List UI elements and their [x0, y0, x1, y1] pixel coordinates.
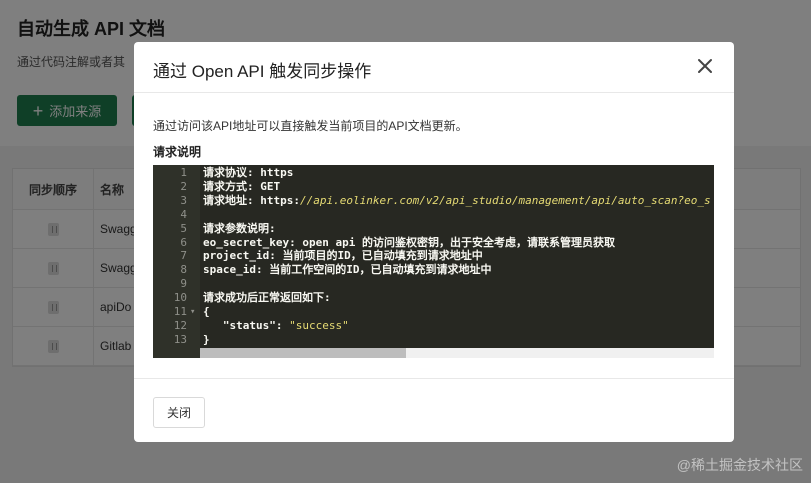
line-number: 10 [173, 291, 187, 305]
code-text: } [203, 332, 210, 346]
dialog-footer: 关闭 [134, 378, 734, 442]
line-number: 11 [173, 305, 187, 318]
line-number: 2 [180, 179, 187, 193]
dialog-header: 通过 Open API 触发同步操作 [134, 42, 734, 93]
watermark: @稀土掘金技术社区 [676, 457, 803, 473]
line-number: 7 [180, 249, 187, 263]
code-text: 请求参数说明: [203, 221, 276, 235]
dialog-title: 通过 Open API 触发同步操作 [153, 62, 372, 81]
open-api-sync-dialog: 通过 Open API 触发同步操作 通过访问该API地址可以直接触发当前项目的… [134, 42, 734, 442]
dialog-intro: 通过访问该API地址可以直接触发当前项目的API文档更新。 [153, 119, 468, 133]
code-text: project_id: 当前项目的ID，已自动填充到请求地址中 [203, 249, 483, 263]
code-text: 请求成功后正常返回如下: [203, 291, 331, 305]
line-number: 1 [180, 166, 187, 179]
code-text: eo_secret_key: open api 的访问鉴权密钥，出于安全考虑，请… [203, 235, 615, 249]
close-icon[interactable] [696, 57, 714, 75]
fold-arrow-icon[interactable]: ▾ [190, 305, 195, 319]
scrollbar-thumb[interactable] [200, 348, 406, 358]
line-number: 6 [180, 235, 187, 249]
line-number: 13 [173, 332, 187, 346]
code-text: "status": "success" [203, 318, 349, 332]
close-button[interactable]: 关闭 [153, 397, 205, 428]
code-text: 请求方式: GET [203, 179, 281, 193]
line-number: 4 [180, 207, 187, 221]
line-number: 3 [180, 193, 187, 207]
code-text: 请求地址: https://api.eolinker.com/v2/api_st… [203, 193, 711, 207]
line-number: 12 [173, 318, 187, 332]
code-text: 请求协议: https [203, 166, 294, 179]
code-editor[interactable]: 1 请求协议: https 2 请求方式: GET 3 请求地址: https://api… [153, 165, 714, 358]
code-text: { [203, 305, 210, 318]
line-number: 8 [180, 263, 187, 277]
line-number: 5 [180, 221, 187, 235]
code-text: space_id: 当前工作空间的ID，已自动填充到请求地址中 [203, 263, 492, 277]
line-number: 9 [180, 277, 187, 291]
dialog-body: 通过访问该API地址可以直接触发当前项目的API文档更新。 请求说明 1 请求协议… [134, 93, 734, 378]
request-section-title: 请求说明 [153, 145, 202, 159]
